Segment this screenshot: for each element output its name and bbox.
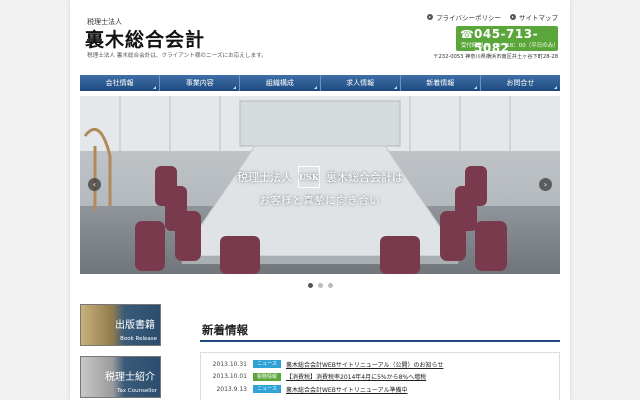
news-date: 2013.10.01	[212, 373, 247, 381]
hero-caption-line2: お客様と真摯に向き合い	[259, 196, 381, 207]
news-link[interactable]: 【消費税】消費税率2014年4月に5%から8%へ増税	[286, 372, 426, 381]
hero-logo-mark: USK	[298, 166, 320, 188]
site-tagline: 税理士法人 裏木総合会計は、クライアント様のニーズにお応えします。	[87, 53, 267, 59]
nav-item-contact[interactable]: お問合せ	[481, 75, 560, 91]
news-heading: 新着情報	[202, 323, 248, 337]
slider-prev-button[interactable]: ‹	[88, 178, 101, 191]
news-date: 2013.10.31	[212, 360, 247, 368]
hero-caption: 税理士法人 USK 裏木総合会計は お客様と真摯に向き合い	[80, 166, 560, 207]
sitemap-link[interactable]: サイトマップ	[510, 12, 558, 22]
phone-contact-box[interactable]: ☎ 045-713-5082 受付時間 9：00〜18：00（平日のみ）	[456, 26, 559, 55]
news-item: 2013.10.31 ニュース 裏木総合会計WEBサイトリニューアル（公開）のお…	[201, 358, 559, 371]
news-category-badge: 税務情報	[253, 372, 281, 381]
slider-dot[interactable]	[317, 283, 323, 288]
slider-next-button[interactable]: ›	[539, 178, 552, 191]
news-date: 2013.9.13	[216, 385, 247, 393]
news-link[interactable]: 裏木総合会計WEBサイトリニューアル（公開）のお知らせ	[286, 360, 443, 369]
book-release-subtitle: Book Release	[120, 336, 157, 342]
site-logo[interactable]: 裏木総合会計	[85, 25, 205, 52]
privacy-policy-label: プライバシーポリシー	[436, 14, 501, 22]
book-release-title: 出版書籍	[115, 320, 155, 331]
nav-item-company[interactable]: 会社情報	[80, 75, 161, 91]
top-links: プライバシーポリシー サイトマップ	[427, 12, 558, 22]
company-address: 〒232-0053 神奈川県横浜市南区井土ヶ谷下町28-28	[433, 54, 558, 60]
nav-item-news[interactable]: 新着情報	[401, 75, 481, 91]
news-heading-rule	[200, 340, 560, 342]
hero-slider: 税理士法人 USK 裏木総合会計は お客様と真摯に向き合い ‹ ›	[80, 96, 560, 274]
nav-item-services[interactable]: 事業内容	[160, 75, 241, 91]
nav-item-recruit[interactable]: 求人情報	[321, 75, 401, 91]
slider-dot[interactable]	[327, 283, 333, 288]
tax-counsellor-banner[interactable]: 税理士紹介 Tax Counsellor	[80, 356, 161, 398]
nav-item-organization[interactable]: 組織構成	[240, 75, 321, 91]
news-category-badge: ニュース	[253, 360, 281, 369]
main-nav: 会社情報 事業内容 組織構成 求人情報 新着情報 お問合せ	[80, 75, 560, 91]
hero-caption-suffix: 裏木総合会計は	[326, 171, 403, 184]
book-release-banner[interactable]: 出版書籍 Book Release	[80, 304, 161, 346]
page: 税理士法人 裏木総合会計 税理士法人 裏木総合会計は、クライアント様のニーズにお…	[70, 0, 570, 400]
slider-dot[interactable]	[307, 283, 313, 288]
news-category-badge: ニュース	[253, 385, 281, 394]
hero-caption-line1: 税理士法人 USK 裏木総合会計は	[80, 166, 560, 188]
news-item: 2013.9.13 ニュース 裏木総合会計WEBサイトリニューアル準備中	[201, 383, 559, 396]
hero-caption-prefix: 税理士法人	[237, 171, 292, 184]
sitemap-label: サイトマップ	[519, 14, 558, 22]
privacy-policy-link[interactable]: プライバシーポリシー	[427, 12, 501, 22]
news-list: 2013.10.31 ニュース 裏木総合会計WEBサイトリニューアル（公開）のお…	[200, 352, 560, 400]
slider-pagination	[70, 283, 570, 288]
phone-icon: ☎	[460, 28, 474, 41]
news-item: 2013.10.01 税務情報 【消費税】消費税率2014年4月に5%から8%へ…	[201, 371, 559, 384]
tax-counsellor-title: 税理士紹介	[105, 372, 155, 383]
arrow-circle-icon	[427, 14, 434, 20]
news-link[interactable]: 裏木総合会計WEBサイトリニューアル準備中	[286, 385, 408, 394]
arrow-circle-icon	[510, 14, 516, 20]
tax-counsellor-subtitle: Tax Counsellor	[117, 388, 157, 394]
phone-hours: 受付時間 9：00〜18：00（平日のみ）	[461, 43, 559, 49]
